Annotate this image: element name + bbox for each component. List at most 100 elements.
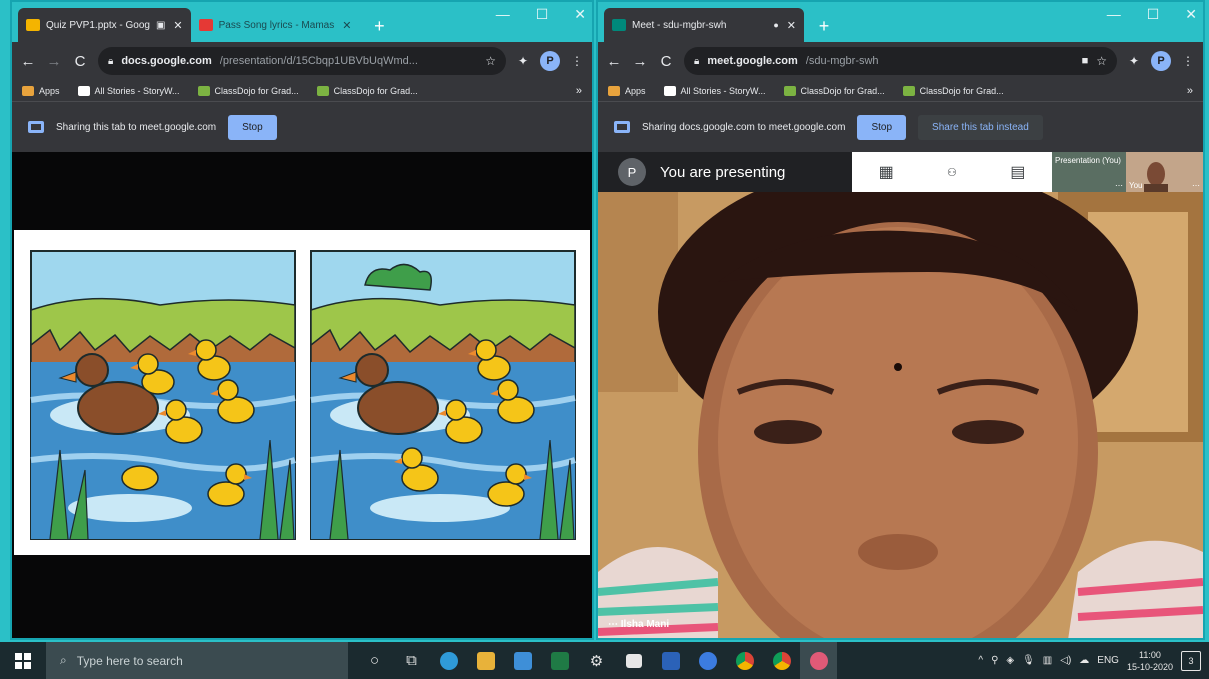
browser-toolbar: ← → C 🔒︎ meet.google.com /sdu-mgbr-swh ■… [598,42,1203,80]
bookmark-label: Apps [625,85,646,96]
tab-audio-icon[interactable]: ▣ [156,20,165,31]
sharing-info-bar: Sharing this tab to meet.google.com Stop [12,102,592,152]
more-options-icon[interactable]: ⋯ [1192,181,1200,190]
bookmark-apps[interactable]: Apps [22,85,60,96]
file-explorer-icon[interactable] [467,642,504,679]
taskbar-search-box[interactable]: ⌕ Type here to search [46,642,348,679]
reload-icon[interactable]: C [658,53,674,70]
menu-kebab-icon[interactable]: ⋮ [570,54,584,68]
bookmark-classdojo-1[interactable]: ClassDojo for Grad... [197,85,299,96]
profile-avatar[interactable]: P [1151,51,1171,71]
bookmark-label: All Stories - StoryW... [94,85,180,96]
chevron-up-icon[interactable]: ^ [978,655,983,666]
close-icon[interactable]: ✕ [787,19,796,32]
search-placeholder: Type here to search [76,653,183,668]
bookmark-classdojo-2[interactable]: ClassDojo for Grad... [902,85,1004,96]
extensions-puzzle-icon[interactable]: ✦ [1127,54,1141,68]
storyweaver-icon [663,85,676,96]
meet-call-view: P You are presenting ▦ ⚇ ▤ Presentation … [598,152,1203,638]
address-bar[interactable]: 🔒︎ docs.google.com /presentation/d/15Cbq… [98,47,506,75]
stop-sharing-button[interactable]: Stop [857,114,907,140]
profile-avatar[interactable]: P [540,51,560,71]
bookmark-storyweaver[interactable]: All Stories - StoryW... [77,85,180,96]
bookmark-storyweaver[interactable]: All Stories - StoryW... [663,85,766,96]
chrome-blue-icon[interactable] [689,642,726,679]
network-icon[interactable]: ▥ [1043,655,1052,666]
forward-arrow-icon[interactable]: → [46,53,62,70]
close-icon[interactable]: ✕ [173,19,182,32]
windows-logo-icon [15,652,31,669]
browser-toolbar: ← → C 🔒︎ docs.google.com /presentation/d… [12,42,592,80]
url-host: meet.google.com [707,55,798,67]
address-bar[interactable]: 🔒︎ meet.google.com /sdu-mgbr-swh ■ ☆ [684,47,1117,75]
tab-song-lyrics[interactable]: Pass Song lyrics - Mamas ✕ [191,8,360,42]
close-window-button[interactable]: ✕ [1185,6,1197,23]
cortana-icon[interactable]: ○ [356,642,393,679]
close-icon[interactable]: ✕ [342,19,351,32]
tray-app-icon[interactable]: ⚲ [991,655,998,666]
chat-icon[interactable]: ▤ [1010,162,1025,182]
more-options-icon[interactable]: ⋯ [1115,181,1123,190]
back-arrow-icon[interactable]: ← [606,53,622,70]
maximize-button[interactable]: ☐ [1147,6,1160,23]
presentation-thumbnail[interactable]: Presentation (You) ⋯ [1052,152,1126,192]
minimize-button[interactable]: — [496,6,510,23]
bookmark-classdojo-2[interactable]: ClassDojo for Grad... [316,85,418,96]
forward-arrow-icon[interactable]: → [632,53,648,70]
notification-center-icon[interactable]: 3 [1181,650,1201,671]
chrome-icon[interactable] [726,642,763,679]
stop-sharing-button[interactable]: Stop [228,114,277,140]
participant-video-frame [598,192,1203,638]
people-icon[interactable]: ⚇ [947,166,957,179]
lock-icon[interactable]: 🔒︎ [108,56,113,67]
share-this-tab-button[interactable]: Share this tab instead [918,114,1043,140]
store-icon[interactable] [504,642,541,679]
new-tab-button[interactable]: + [812,14,836,38]
excel-icon[interactable] [541,642,578,679]
bookmark-label: ClassDojo for Grad... [214,85,299,96]
storyweaver-icon [77,85,90,96]
chrome-active-icon[interactable] [800,642,837,679]
new-tab-button[interactable]: + [367,14,391,38]
word-icon[interactable] [652,642,689,679]
tab-title: Meet - sdu-mgbr-swh [632,19,727,31]
chrome-profile-icon[interactable] [763,642,800,679]
more-bookmarks-icon[interactable]: » [1187,85,1193,97]
reload-icon[interactable]: C [72,53,88,70]
slide-canvas[interactable] [14,230,590,555]
back-arrow-icon[interactable]: ← [20,53,36,70]
close-window-button[interactable]: ✕ [574,6,586,23]
lock-icon[interactable]: 🔒︎ [694,56,699,67]
camera-icon[interactable]: ■ [1082,55,1089,67]
screen-share-icon [614,121,630,133]
microphone-icon[interactable]: 🎙︎ [1022,655,1035,666]
minimize-button[interactable]: — [1107,6,1121,23]
settings-gear-icon[interactable]: ⚙ [578,642,615,679]
extensions-puzzle-icon[interactable]: ✦ [516,54,530,68]
menu-kebab-icon[interactable]: ⋮ [1181,54,1195,68]
volume-icon[interactable]: ◁) [1060,655,1071,666]
language-indicator[interactable]: ENG [1097,655,1119,666]
participant-name: Ilsha Mani [620,619,670,630]
sharing-message: Sharing this tab to meet.google.com [56,121,217,133]
more-options-icon[interactable]: ⋯ [608,619,621,630]
maximize-button[interactable]: ☐ [536,6,549,23]
meet-tray-icon[interactable]: ◈ [1006,655,1014,666]
start-button[interactable] [0,642,46,679]
bookmark-star-icon[interactable]: ☆ [1096,54,1107,68]
onedrive-cloud-icon[interactable]: ☁ [1079,655,1089,666]
bookmark-star-icon[interactable]: ☆ [485,54,496,68]
search-icon: ⌕ [60,653,67,667]
tab-quiz-presentation[interactable]: Quiz PVP1.pptx - Goog ▣ ✕ [18,8,191,42]
task-view-icon[interactable]: ⧉ [393,642,430,679]
grid-view-icon[interactable]: ▦ [879,162,894,182]
screen-share-icon [28,121,44,133]
briefcase-icon[interactable] [615,642,652,679]
more-bookmarks-icon[interactable]: » [576,85,582,97]
bookmark-apps[interactable]: Apps [608,85,646,96]
clock[interactable]: 11:00 15-10-2020 [1127,649,1173,673]
bookmark-classdojo-1[interactable]: ClassDojo for Grad... [783,85,885,96]
self-view-thumbnail[interactable]: You ⋯ [1126,152,1203,192]
tab-meet[interactable]: Meet - sdu-mgbr-swh ● ✕ [604,8,804,42]
edge-icon[interactable] [430,642,467,679]
